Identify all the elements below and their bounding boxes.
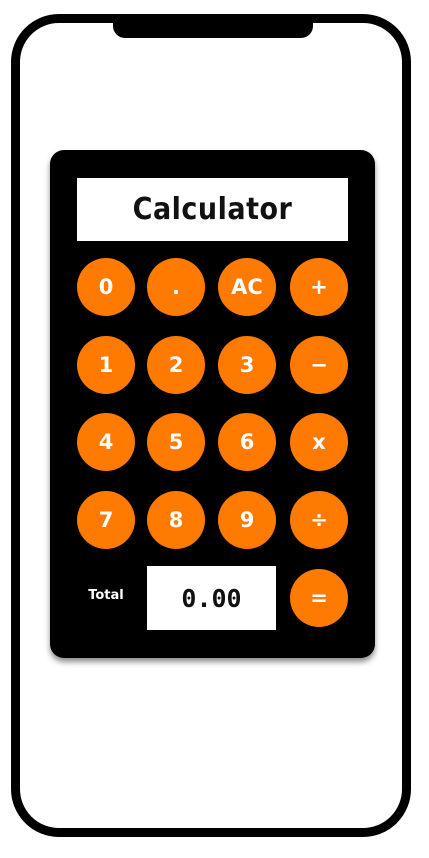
total-label: Total	[88, 588, 124, 603]
key-9[interactable]: 9	[218, 491, 276, 549]
key-3[interactable]: 3	[218, 336, 276, 394]
calculator: Calculator 0 . AC + 1 2 3 − 4 5 6 x 7 8 …	[50, 150, 375, 658]
key-equals[interactable]: =	[290, 569, 348, 627]
key-subtract[interactable]: −	[290, 336, 348, 394]
key-multiply[interactable]: x	[290, 413, 348, 471]
key-clear[interactable]: AC	[218, 258, 276, 316]
key-2[interactable]: 2	[147, 336, 205, 394]
key-0[interactable]: 0	[77, 258, 135, 316]
key-5[interactable]: 5	[147, 413, 205, 471]
key-6[interactable]: 6	[218, 413, 276, 471]
calculator-header: Calculator	[77, 178, 348, 241]
calculator-title: Calculator	[132, 192, 293, 227]
key-add[interactable]: +	[290, 258, 348, 316]
key-1[interactable]: 1	[77, 336, 135, 394]
key-7[interactable]: 7	[77, 491, 135, 549]
key-divide[interactable]: ÷	[290, 491, 348, 549]
key-4[interactable]: 4	[77, 413, 135, 471]
total-display: 0.00	[147, 566, 276, 630]
key-8[interactable]: 8	[147, 491, 205, 549]
phone-notch	[113, 14, 313, 38]
key-decimal[interactable]: .	[147, 258, 205, 316]
